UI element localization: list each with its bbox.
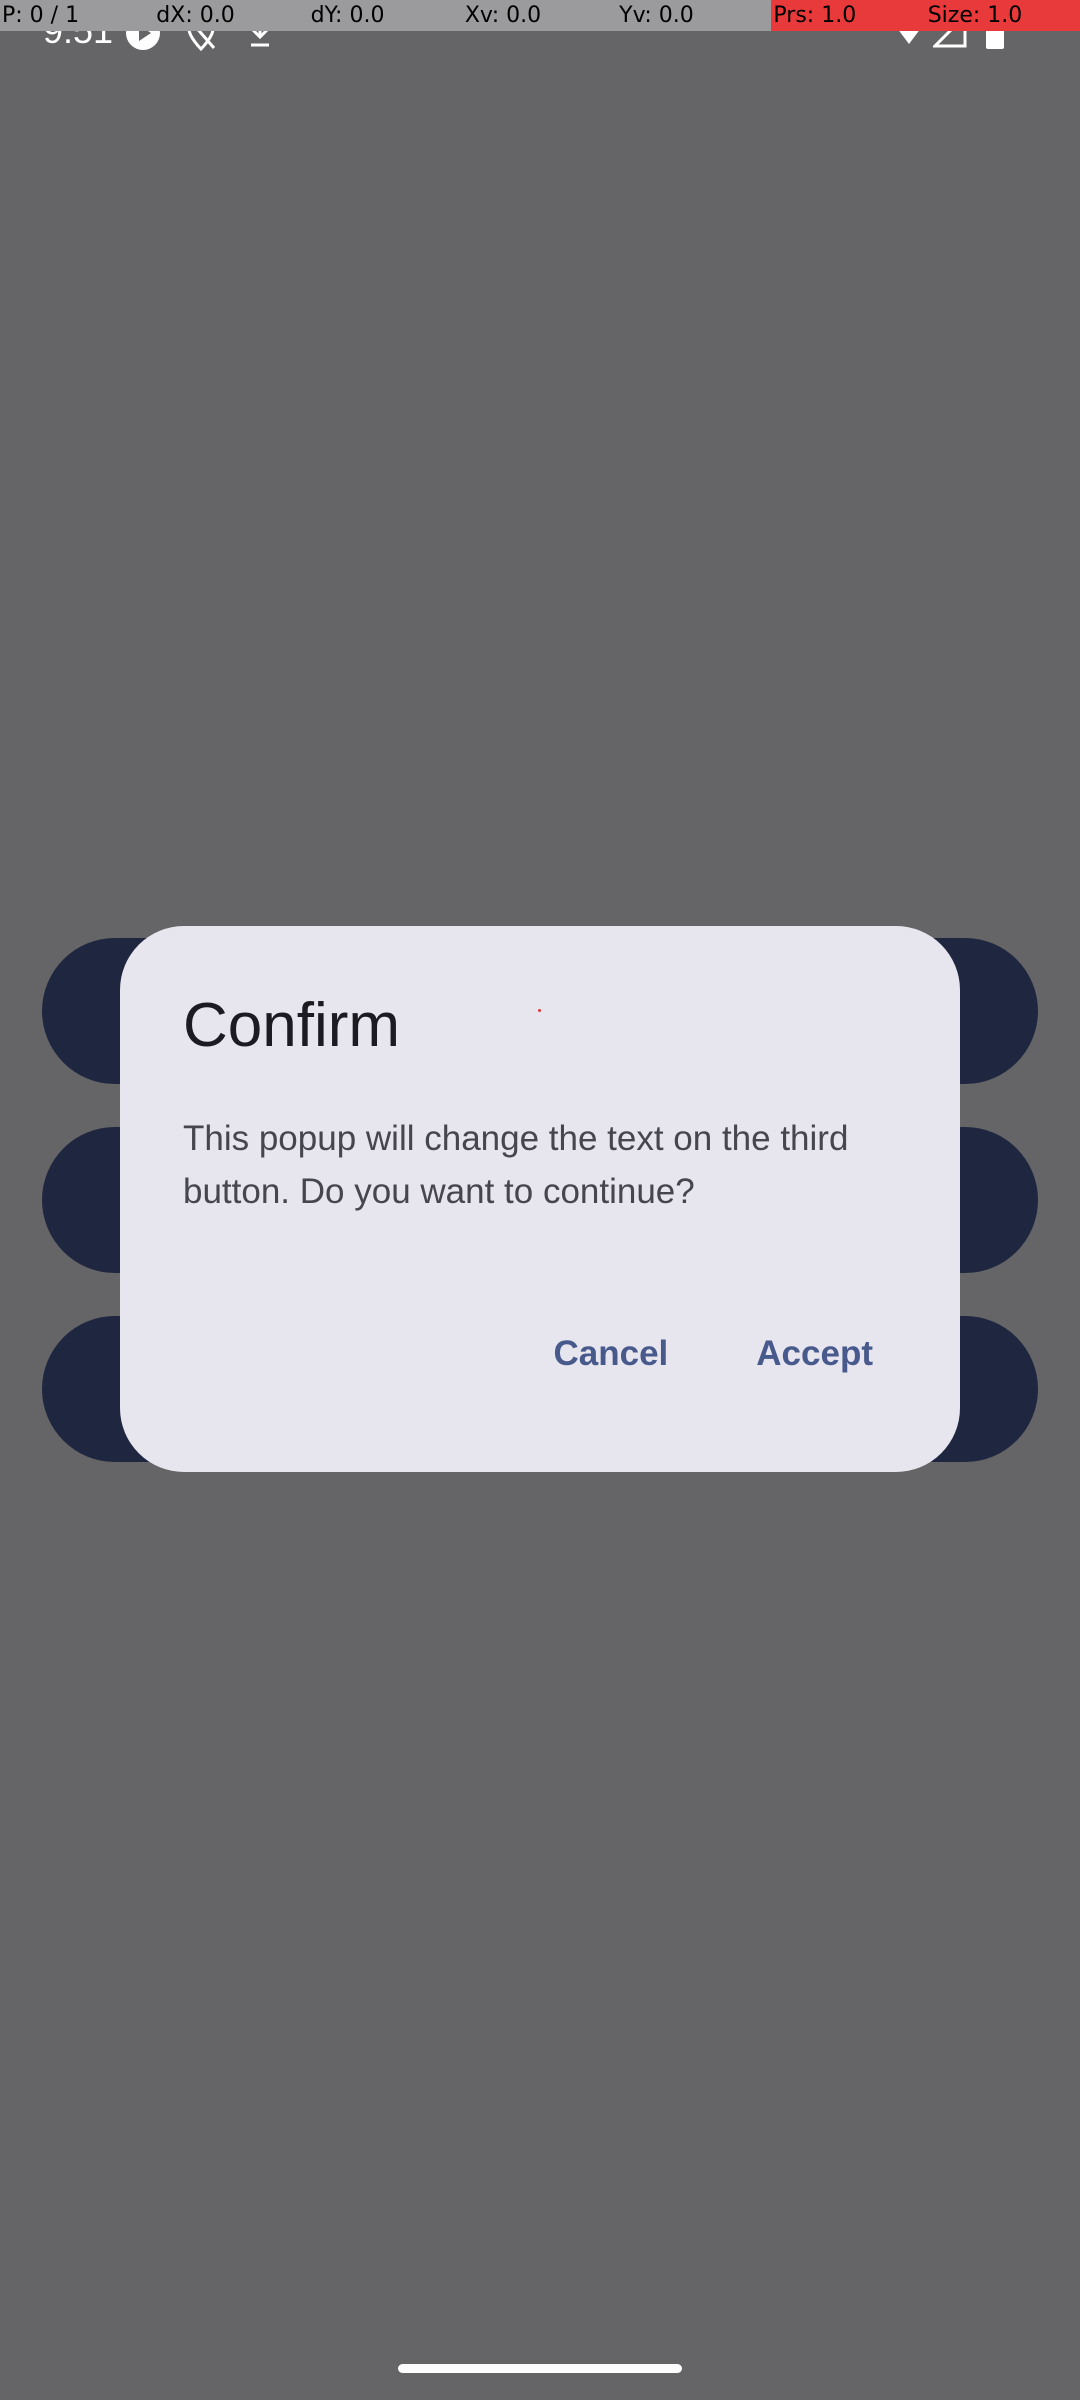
pointer-location-overlay: P: 0 / 1 dX: 0.0 dY: 0.0 Xv: 0.0 Yv: 0.0… [0, 0, 1080, 31]
debug-dy: dY: 0.0 [308, 0, 463, 31]
accept-button[interactable]: Accept [732, 1318, 897, 1390]
gesture-nav-handle[interactable] [398, 2364, 682, 2373]
debug-pointer-count: P: 0 / 1 [0, 0, 155, 31]
cancel-button[interactable]: Cancel [530, 1318, 693, 1390]
debug-xv: Xv: 0.0 [462, 0, 618, 31]
debug-pressure: Prs: 1.0 [771, 0, 926, 31]
dialog-title: Confirm [183, 991, 401, 1060]
debug-dx: dX: 0.0 [154, 0, 309, 31]
confirm-dialog: Confirm This popup will change the text … [120, 926, 960, 1472]
dialog-message: This popup will change the text on the t… [183, 1119, 849, 1211]
dialog-actions: Cancel Accept [530, 1318, 898, 1390]
touch-indicator [538, 1009, 541, 1012]
debug-yv: Yv: 0.0 [617, 0, 772, 31]
debug-size: Size: 1.0 [925, 0, 1080, 31]
